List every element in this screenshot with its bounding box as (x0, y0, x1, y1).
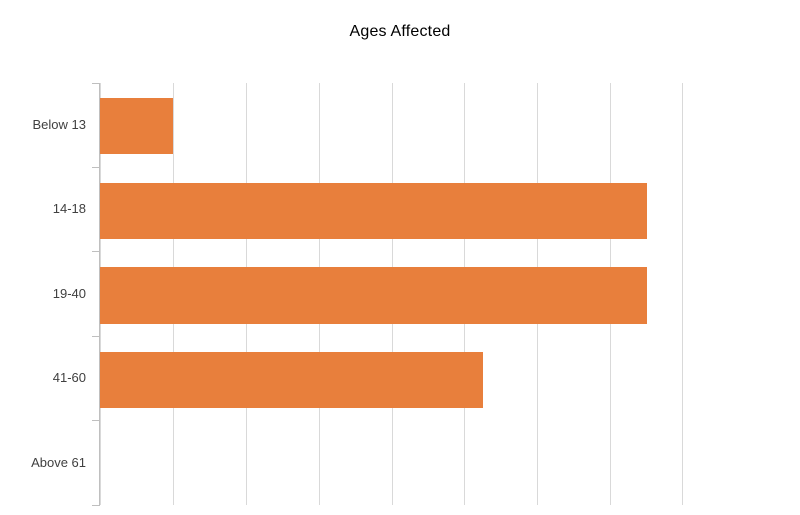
axis-tick-2 (92, 251, 100, 252)
bar-below-13[interactable] (100, 98, 173, 154)
category-label-above-61: Above 61 (31, 455, 86, 470)
bar-41-60[interactable] (100, 352, 483, 408)
axis-tick-3 (92, 336, 100, 337)
chart-container: Ages Affected Below 13 14-18 19-40 41-60… (0, 0, 800, 515)
bar-19-40[interactable] (100, 267, 647, 324)
axis-tick-5 (92, 505, 100, 506)
category-label-41-60: 41-60 (52, 370, 86, 385)
category-label-14-18: 14-18 (52, 201, 86, 216)
plot-area (100, 83, 683, 505)
gridline-8 (682, 83, 683, 505)
axis-tick-1 (92, 167, 100, 168)
category-label-below-13: Below 13 (32, 117, 86, 132)
axis-tick-0 (92, 83, 100, 84)
axis-tick-4 (92, 420, 100, 421)
category-label-19-40: 19-40 (52, 286, 86, 301)
bar-14-18[interactable] (100, 183, 647, 239)
chart-title: Ages Affected (349, 23, 451, 40)
